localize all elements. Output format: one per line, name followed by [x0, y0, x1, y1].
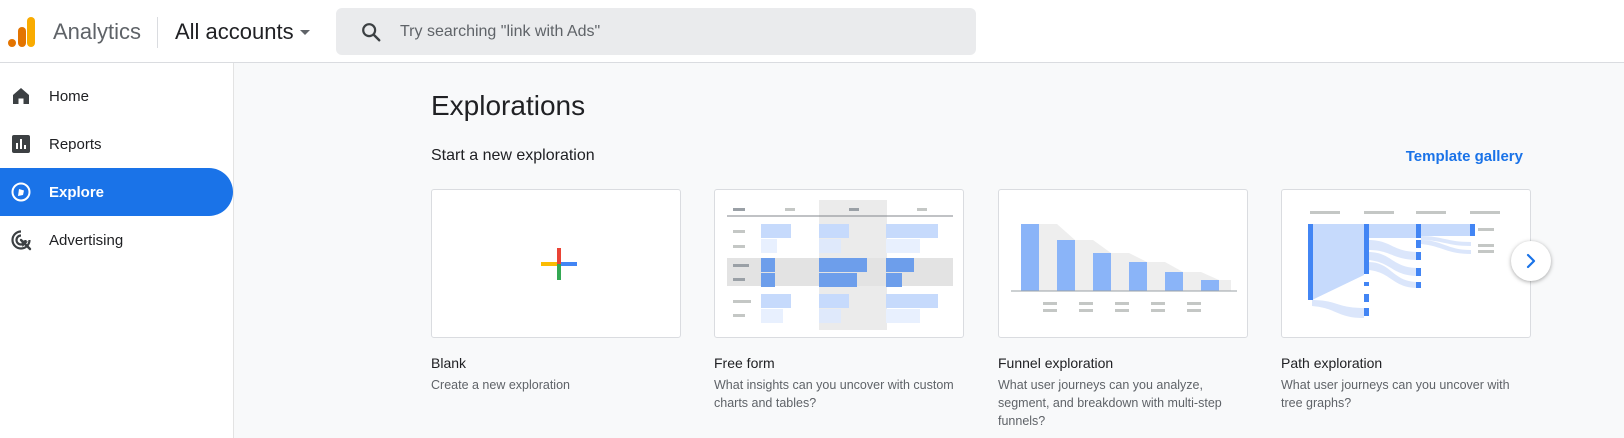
sidebar-item-label: Advertising [49, 231, 124, 249]
account-picker[interactable]: All accounts [175, 16, 310, 48]
sidebar-item-label: Reports [49, 135, 102, 153]
home-icon [13, 88, 29, 104]
sidebar-item-label: Home [49, 87, 90, 105]
sidebar-item-home[interactable]: Home [0, 72, 233, 120]
search-input[interactable] [398, 21, 962, 42]
sidebar-item-advertising[interactable]: Advertising [0, 216, 233, 264]
card-desc-path: What user journeys can you uncover with … [1281, 378, 1510, 410]
card-title-path: Path exploration [1281, 355, 1383, 371]
free-form-table-illustration [727, 200, 953, 330]
carousel-next-button[interactable] [1511, 241, 1551, 281]
card-funnel-exploration[interactable] [998, 189, 1248, 338]
advertising-target-icon [11, 230, 32, 251]
header-divider [157, 17, 158, 48]
explore-icon [11, 182, 31, 202]
card-desc-funnel: What user journeys can you analyze, segm… [998, 378, 1222, 428]
section-title: Start a new exploration [431, 147, 595, 164]
product-name: Analytics [53, 19, 142, 44]
card-desc-free-form: What insights can you uncover with custo… [714, 378, 954, 410]
card-desc-blank: Create a new exploration [431, 378, 570, 392]
page-title: Explorations [431, 90, 586, 121]
card-title-funnel: Funnel exploration [998, 355, 1114, 371]
sidebar-item-explore[interactable]: Explore [0, 168, 233, 216]
funnel-chart-illustration [1011, 224, 1237, 312]
card-title-blank: Blank [431, 355, 467, 371]
sidebar-item-label: Explore [49, 183, 105, 201]
path-tree-illustration [1308, 211, 1500, 318]
sidebar-item-reports[interactable]: Reports [0, 120, 233, 168]
analytics-logo-icon[interactable] [8, 17, 36, 47]
plus-icon [541, 248, 577, 280]
card-free-form[interactable] [714, 189, 964, 338]
template-gallery-link[interactable]: Template gallery [1406, 148, 1523, 165]
search-icon [362, 22, 381, 41]
search-box[interactable] [336, 8, 976, 55]
card-title-free-form: Free form [714, 355, 775, 371]
top-header: Analytics All accounts [0, 0, 1624, 63]
chevron-right-icon [1526, 253, 1536, 269]
card-path-exploration[interactable] [1281, 189, 1531, 338]
caret-down-icon [299, 29, 310, 35]
account-picker-label: All accounts [175, 19, 294, 44]
card-blank-exploration[interactable] [431, 189, 681, 338]
left-sidebar: Home Reports Explore Advertising [0, 63, 234, 438]
bar-chart-icon [12, 135, 30, 153]
